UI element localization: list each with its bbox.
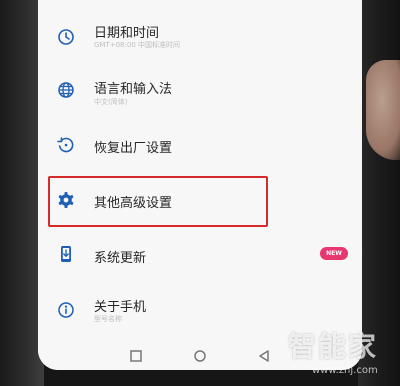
system-update-icon [56, 244, 76, 264]
back-button[interactable] [257, 348, 271, 362]
settings-item-title: 语言和输入法 [94, 82, 173, 97]
settings-item-title: 日期和时间 [94, 26, 160, 41]
home-button[interactable] [193, 348, 207, 362]
settings-screen: 日期和时间 GMT+08:00 中国标准时间 语言和输入法 中文(简体) 恢复出… [38, 0, 362, 370]
settings-item-factory-reset[interactable]: 恢复出厂设置 [38, 120, 362, 172]
settings-item-system-update[interactable]: 系统更新 [38, 231, 362, 281]
settings-item-subtitle: 型号名称 [94, 315, 122, 323]
settings-item-title: 恢复出厂设置 [94, 141, 173, 156]
settings-item-title: 系统更新 [94, 251, 147, 266]
globe-icon [56, 80, 76, 100]
settings-item-language-input[interactable]: 语言和输入法 中文(简体) [38, 62, 362, 118]
finger [366, 60, 400, 160]
watermark-url: www.znj.com [312, 365, 378, 376]
watermark-brand: 智能家 [288, 330, 379, 363]
recent-apps-button[interactable] [129, 348, 143, 362]
settings-item-subtitle: GMT+08:00 中国标准时间 [94, 41, 181, 49]
highlight-box [48, 176, 268, 227]
clock-icon [56, 27, 76, 47]
info-icon [56, 300, 76, 320]
watermark: 智能家 www.znj.com [288, 325, 398, 385]
settings-item-subtitle: 中文(简体) [94, 98, 128, 106]
settings-item-title: 关于手机 [94, 300, 147, 315]
settings-item-date-time[interactable]: 日期和时间 GMT+08:00 中国标准时间 [38, 0, 362, 60]
restore-icon [56, 135, 76, 155]
new-badge: NEW [320, 247, 348, 260]
